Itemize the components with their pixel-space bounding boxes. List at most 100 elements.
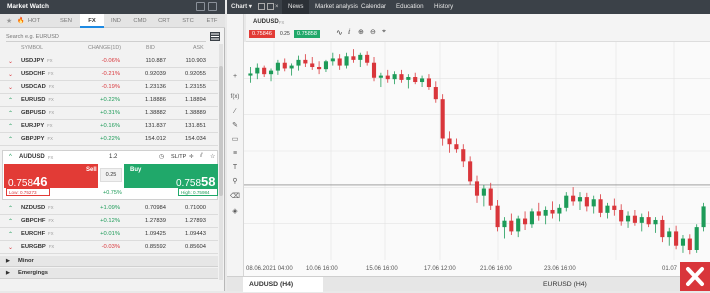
row-ask[interactable]: 1.23155 — [170, 84, 206, 90]
row-bid[interactable]: 110.887 — [132, 58, 166, 64]
sltp-button[interactable]: SL/TP — [171, 154, 186, 160]
row-ask[interactable]: 110.903 — [170, 58, 206, 64]
row-ask[interactable]: 131.851 — [170, 123, 206, 129]
sell-price: 0.75846 — [8, 174, 48, 189]
star-outline-icon[interactable]: ☆ — [210, 153, 215, 160]
pin-icon[interactable]: ⚲ — [230, 177, 240, 187]
table-row[interactable]: ⌃ GBPJPY FX +0.22% 154.012 154.034 — [0, 133, 218, 146]
table-row[interactable]: ⌄ USDCHF FX -0.21% 0.92039 0.92055 — [0, 68, 218, 81]
row-bid[interactable]: 1.38882 — [132, 110, 166, 116]
group-emergings[interactable]: ▶ Emergings — [0, 268, 218, 279]
row-ask[interactable]: 0.92055 — [170, 71, 206, 77]
market-watch-title: Market Watch — [7, 3, 50, 10]
row-bid[interactable]: 1.09425 — [132, 231, 166, 237]
sell-button[interactable]: Sell 0.75846 — [4, 164, 98, 189]
row-symbol: EURCHF FX — [21, 231, 54, 237]
line-chart-icon[interactable]: ∿ — [336, 28, 343, 37]
brand-logo — [680, 262, 710, 291]
chevron-up-icon[interactable]: ^ — [9, 154, 12, 160]
star-icon[interactable]: ★ — [6, 17, 12, 25]
candle-body — [619, 209, 624, 222]
candle-body — [536, 211, 541, 216]
row-bid[interactable]: 0.85592 — [132, 244, 166, 250]
chart-symbol[interactable]: AUDUSD — [253, 19, 279, 25]
clock-icon[interactable]: ◷ — [159, 153, 164, 160]
row-bid[interactable]: 1.23136 — [132, 84, 166, 90]
tab-ind[interactable]: IND — [104, 14, 128, 28]
row-bid[interactable]: 1.27839 — [132, 218, 166, 224]
row-bid[interactable]: 131.837 — [132, 123, 166, 129]
layers-icon[interactable]: ◈ — [230, 207, 240, 217]
buy-button[interactable]: Buy 0.75858 — [124, 164, 218, 189]
row-ask[interactable]: 0.85604 — [170, 244, 206, 250]
close-icon[interactable] — [208, 2, 217, 11]
table-row[interactable]: ⌄ USDCAD FX -0.19% 1.23136 1.23155 — [0, 81, 218, 94]
list-scrollbar[interactable] — [219, 44, 223, 280]
chart-buy-price[interactable]: 0.75858 — [294, 30, 320, 38]
candle-body — [509, 220, 514, 232]
row-bid[interactable]: 0.70984 — [132, 205, 166, 211]
row-ask[interactable]: 1.09443 — [170, 231, 206, 237]
row-ask[interactable]: 1.18894 — [170, 97, 206, 103]
row-ask[interactable]: 1.27893 — [170, 218, 206, 224]
search-input[interactable] — [6, 31, 206, 42]
table-row[interactable]: ⌃ NZDUSD FX +1.09% 0.70984 0.71000 — [0, 202, 218, 215]
brush-icon[interactable]: ✎ — [230, 121, 240, 131]
crosshair-icon[interactable]: + — [230, 72, 240, 82]
chart-icon[interactable]: ⫽ — [200, 153, 203, 160]
tab-hot[interactable]: HOT — [24, 14, 44, 28]
tab-etf[interactable]: ETF — [200, 14, 224, 28]
close-icon[interactable]: × — [275, 0, 279, 14]
price-chart[interactable]: 08.06.2021 04:00 10.06 16:00 15.06 16:00 17… — [244, 42, 710, 276]
minimize-icon[interactable] — [196, 2, 205, 11]
row-bid[interactable]: 154.012 — [132, 136, 166, 142]
group-minor[interactable]: ▶ Minor — [0, 256, 218, 267]
row-ask[interactable]: 154.034 — [170, 136, 206, 142]
nav-news[interactable]: News — [282, 0, 310, 14]
scrollbar-thumb[interactable] — [219, 66, 223, 196]
indicator-icon[interactable]: ⅈ — [348, 28, 350, 36]
tab-fx[interactable]: FX — [80, 14, 104, 28]
row-tag: FX — [47, 58, 53, 63]
line-tool-icon[interactable]: ∕ — [230, 107, 240, 117]
row-bid[interactable]: 1.18886 — [132, 97, 166, 103]
table-row[interactable]: ⌃ GBPUSD FX +0.31% 1.38882 1.38889 — [0, 107, 218, 120]
tab-stc[interactable]: STC — [176, 14, 200, 28]
candle-body — [289, 65, 294, 69]
function-icon[interactable]: f(x) — [230, 92, 240, 102]
nav-history[interactable]: History — [428, 0, 459, 14]
chart-menu[interactable]: Chart ▾ — [231, 0, 252, 14]
volume-value[interactable]: 1.2 — [109, 154, 117, 160]
nav-calendar[interactable]: Calendar — [355, 0, 392, 14]
table-row[interactable]: ⌃ EURJPY FX +0.16% 131.837 131.851 — [0, 120, 218, 133]
row-symbol-text: EURUSD — [21, 97, 46, 103]
row-ask[interactable]: 0.71000 — [170, 205, 206, 211]
row-ask[interactable]: 1.38889 — [170, 110, 206, 116]
row-bid[interactable]: 0.92039 — [132, 71, 166, 77]
text-tool-icon[interactable]: T — [230, 163, 240, 173]
zoom-out-icon[interactable]: ⊖ — [370, 28, 376, 36]
table-row[interactable]: ⌃ EURUSD FX +0.22% 1.18886 1.18894 — [0, 94, 218, 107]
chart-sell-price[interactable]: 0.75846 — [249, 30, 275, 38]
crosshair-icon[interactable]: ⌖ — [382, 28, 386, 36]
rectangle-icon[interactable]: ▭ — [230, 135, 240, 145]
eraser-icon[interactable]: ⌫ — [230, 192, 240, 202]
tab-crt[interactable]: CRT — [152, 14, 176, 28]
chart-tab-audusd[interactable]: AUDUSD (H4) — [243, 277, 323, 292]
buy-label: Buy — [130, 167, 142, 173]
window-icon[interactable] — [267, 3, 274, 10]
table-row[interactable]: ⌃ EURCHF FX +0.01% 1.09425 1.09443 — [0, 228, 218, 241]
table-row[interactable]: ⌄ EURGBP FX -0.03% 0.85592 0.85604 — [0, 241, 218, 254]
table-row[interactable]: ⌄ USDJPY FX -0.06% 110.887 110.903 — [0, 55, 218, 68]
channel-icon[interactable]: ≡ — [230, 149, 240, 159]
grid-view-icon[interactable] — [210, 32, 220, 41]
col-change[interactable]: CHANGE(1D) — [88, 45, 121, 51]
cross-icon[interactable]: ✛ — [189, 154, 194, 160]
window-icon[interactable] — [258, 3, 265, 10]
tab-cmd[interactable]: CMD — [128, 14, 152, 28]
chart-tab-eurusd[interactable]: EURUSD (H4) — [537, 277, 607, 292]
zoom-in-icon[interactable]: ⊕ — [358, 28, 364, 36]
table-row[interactable]: ⌃ GBPCHF FX +0.12% 1.27839 1.27893 — [0, 215, 218, 228]
nav-education[interactable]: Education — [390, 0, 430, 14]
tab-sen[interactable]: SEN — [52, 14, 80, 28]
